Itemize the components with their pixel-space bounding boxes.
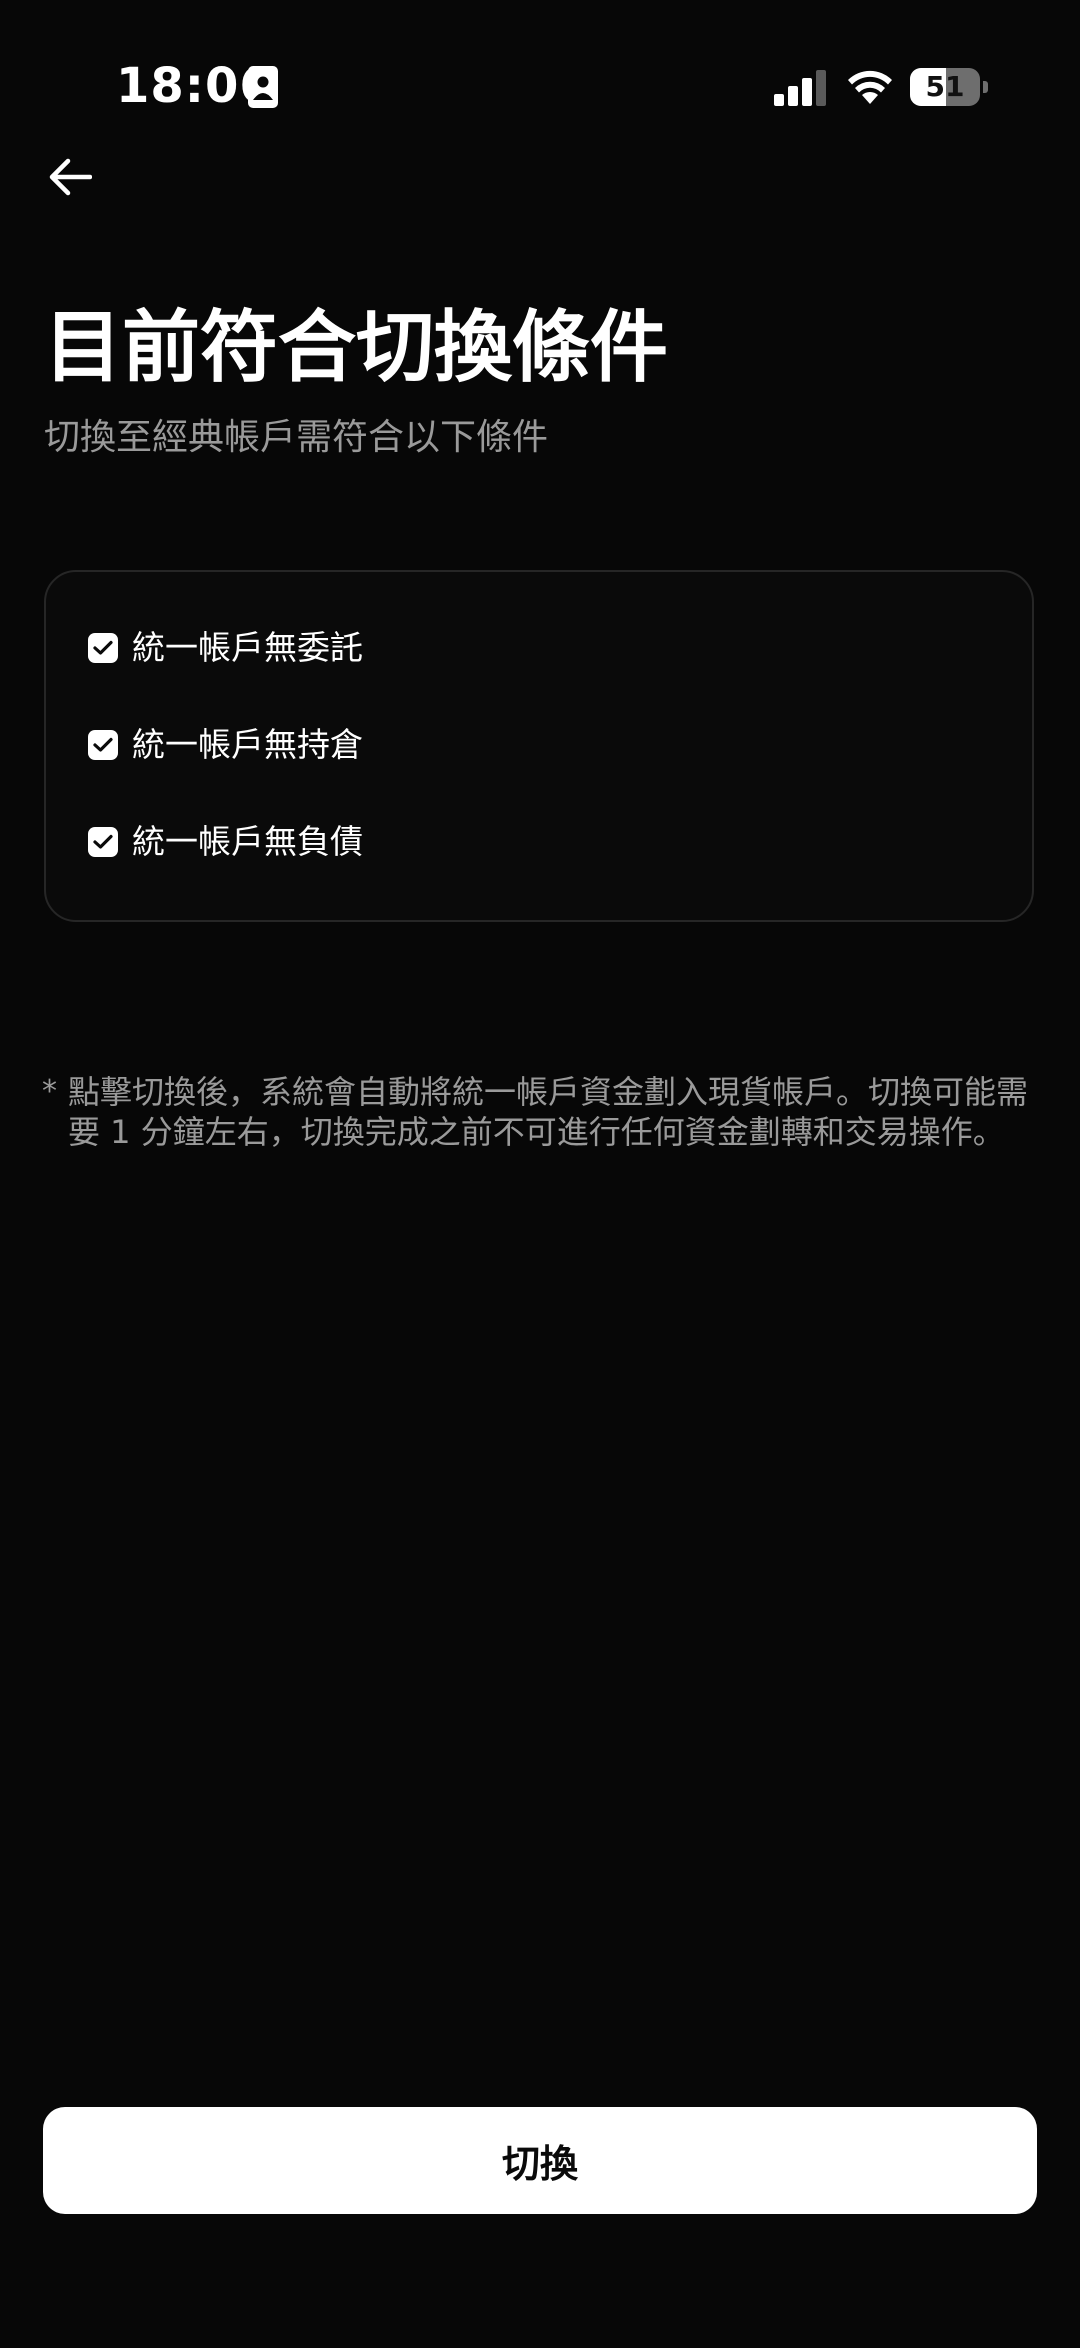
switch-button[interactable]: 切換 — [43, 2107, 1037, 2214]
checkmark-icon — [93, 640, 113, 655]
checkbox-checked — [88, 730, 118, 760]
battery-tip — [983, 81, 988, 93]
condition-label: 統一帳戶無持倉 — [132, 725, 363, 764]
back-button[interactable] — [36, 146, 104, 208]
wifi-icon — [848, 70, 892, 104]
id-card-icon — [248, 66, 278, 108]
conditions-card: 統一帳戶無委託 統一帳戶無持倉 統一帳戶無負債 — [44, 570, 1034, 922]
switch-button-label: 切換 — [501, 2142, 578, 2186]
battery-body: 51 — [910, 68, 980, 106]
battery-icon: 51 — [910, 68, 988, 106]
condition-label: 統一帳戶無委託 — [132, 628, 363, 667]
arrow-left-icon — [49, 158, 92, 196]
condition-item-no-debt: 統一帳戶無負債 — [88, 814, 363, 870]
note-text: 點擊切換後，系統會自動將統一帳戶資金劃入現貨帳戶。切換可能需要 1 分鐘左右，切… — [68, 1073, 1029, 1151]
condition-item-no-orders: 統一帳戶無委託 — [88, 620, 363, 676]
status-bar: 18:06 51 — [0, 0, 1080, 160]
condition-item-no-positions: 統一帳戶無持倉 — [88, 717, 363, 773]
battery-percent: 51 — [925, 70, 965, 103]
checkbox-checked — [88, 827, 118, 857]
switch-note: * 點擊切換後，系統會自動將統一帳戶資金劃入現貨帳戶。切換可能需要 1 分鐘左右… — [42, 1072, 1038, 1152]
condition-label: 統一帳戶無負債 — [132, 822, 363, 861]
checkmark-icon — [93, 737, 113, 752]
page-subtitle: 切換至經典帳戶需符合以下條件 — [44, 417, 549, 458]
page-title: 目前符合切換條件 — [44, 303, 669, 393]
checkmark-icon — [93, 834, 113, 849]
note-asterisk: * — [42, 1074, 57, 1109]
signal-icon — [774, 70, 826, 106]
checkbox-checked — [88, 633, 118, 663]
